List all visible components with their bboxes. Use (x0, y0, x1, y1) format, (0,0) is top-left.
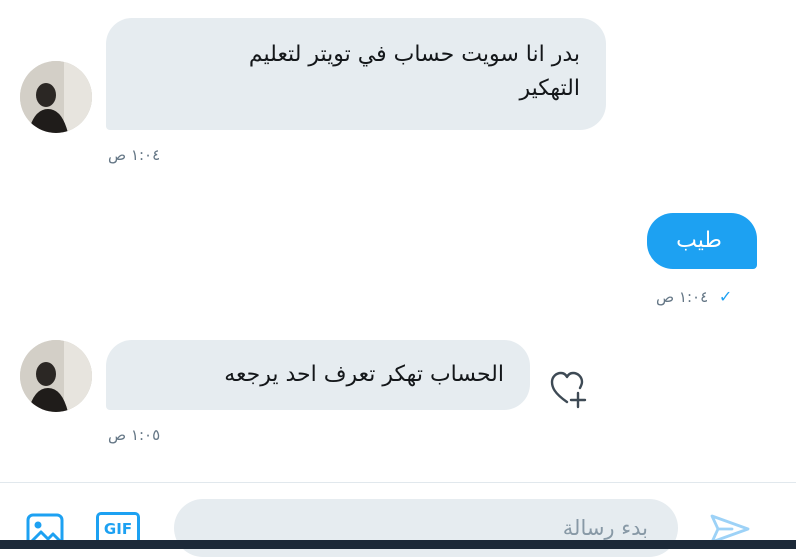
message-text: طيب (676, 228, 722, 253)
message-timestamp: ١:٠٥ ص (108, 426, 161, 444)
message-bubble-incoming[interactable]: بدر انا سويت حساب في تويتر لتعليم التهكي… (106, 18, 606, 130)
message-input-placeholder: بدء رسالة (562, 516, 648, 540)
avatar[interactable] (20, 61, 92, 133)
message-text-line: التهكير (519, 76, 580, 101)
system-navigation-bar (0, 540, 796, 549)
sent-check-icon: ✓ (718, 287, 733, 306)
gif-label: GIF (103, 520, 133, 538)
message-bubble-outgoing[interactable]: طيب (647, 213, 757, 269)
composer-divider (0, 482, 796, 483)
message-text-line: بدر انا سويت حساب في تويتر لتعليم (248, 42, 580, 67)
message-bubble-incoming[interactable]: الحساب تهكر تعرف احد يرجعه (106, 340, 530, 410)
avatar[interactable] (20, 340, 92, 412)
message-text: الحساب تهكر تعرف احد يرجعه (224, 362, 504, 387)
message-timestamp: ١:٠٤ ص (108, 146, 161, 164)
avatar-image (20, 340, 92, 412)
avatar-image (20, 61, 92, 133)
message-timestamp: ✓ ١:٠٤ ص (656, 287, 732, 306)
heart-plus-icon[interactable] (548, 368, 594, 410)
message-time: ١:٠٤ ص (656, 288, 709, 306)
